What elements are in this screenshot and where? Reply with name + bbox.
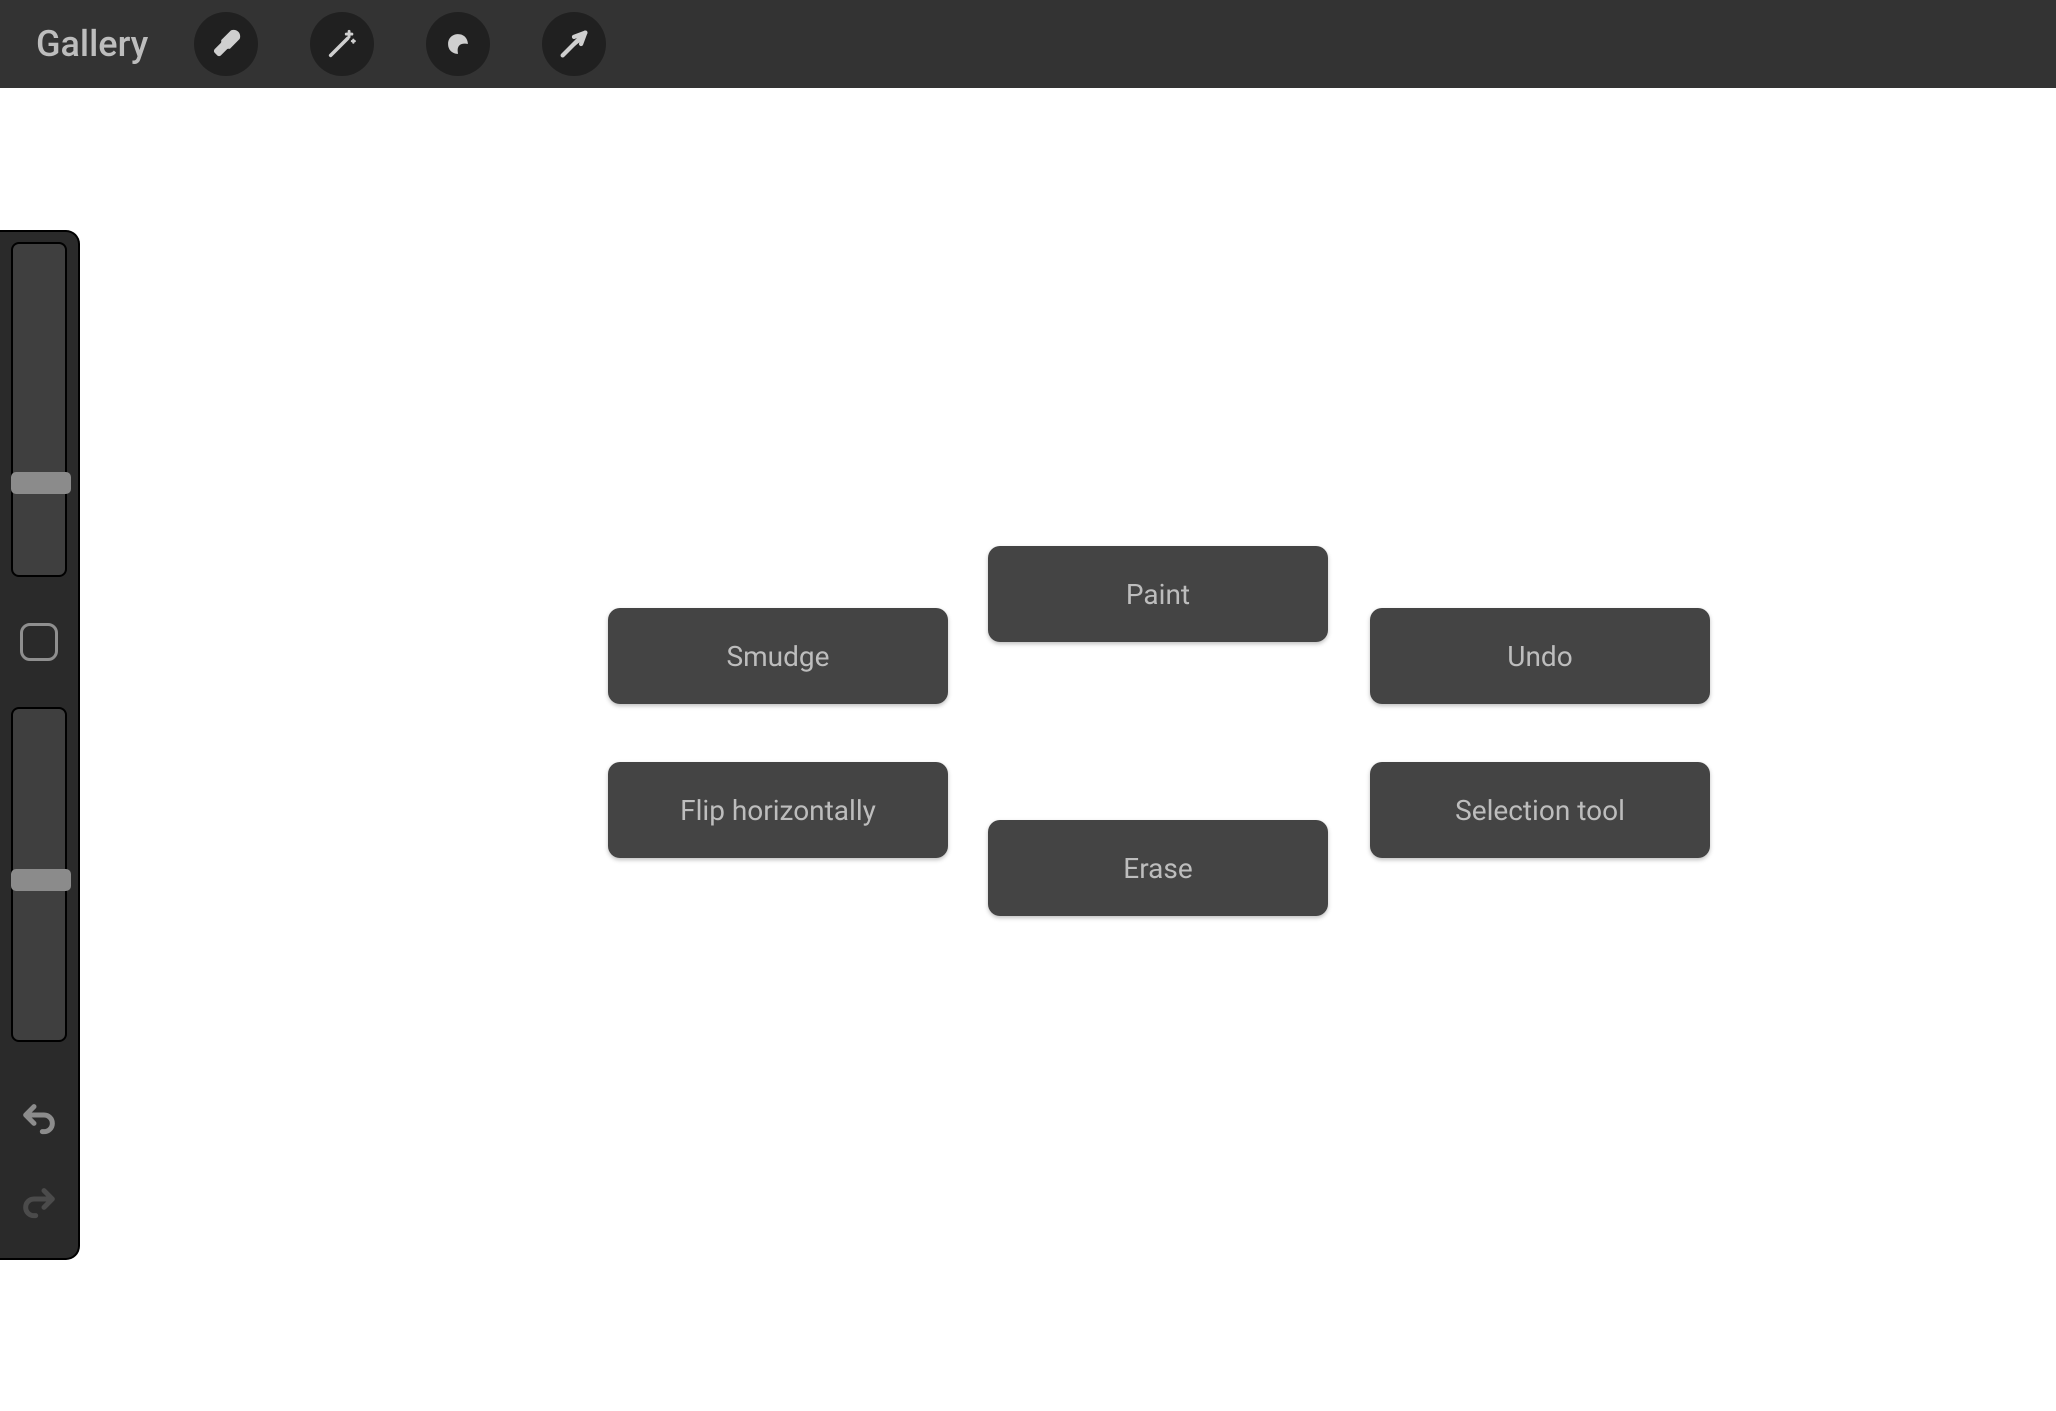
modify-button[interactable] bbox=[20, 623, 58, 661]
chip-label: Selection tool bbox=[1455, 794, 1625, 827]
brush-size-slider[interactable] bbox=[11, 242, 67, 577]
topbar: Gallery bbox=[0, 0, 2056, 88]
selection-icon[interactable] bbox=[426, 12, 490, 76]
gallery-button[interactable]: Gallery bbox=[36, 23, 148, 65]
chip-label: Flip horizontally bbox=[680, 794, 876, 827]
opacity-slider[interactable] bbox=[11, 707, 67, 1042]
gesture-chip-paint[interactable]: Paint bbox=[988, 546, 1328, 642]
brush-size-slider-thumb[interactable] bbox=[11, 472, 71, 494]
chip-label: Undo bbox=[1507, 640, 1572, 673]
arrow-icon[interactable] bbox=[542, 12, 606, 76]
gesture-chip-erase[interactable]: Erase bbox=[988, 820, 1328, 916]
gesture-chip-selection-tool[interactable]: Selection tool bbox=[1370, 762, 1710, 858]
gesture-chip-flip-horizontally[interactable]: Flip horizontally bbox=[608, 762, 948, 858]
side-panel bbox=[0, 230, 80, 1260]
redo-icon bbox=[19, 1184, 59, 1228]
wrench-icon[interactable] bbox=[194, 12, 258, 76]
chip-label: Smudge bbox=[727, 640, 830, 673]
chip-label: Erase bbox=[1123, 852, 1192, 885]
chip-label: Paint bbox=[1126, 578, 1190, 611]
gesture-chip-undo[interactable]: Undo bbox=[1370, 608, 1710, 704]
undo-icon[interactable] bbox=[19, 1100, 59, 1144]
opacity-slider-thumb[interactable] bbox=[11, 869, 71, 891]
gesture-chip-smudge[interactable]: Smudge bbox=[608, 608, 948, 704]
wand-icon[interactable] bbox=[310, 12, 374, 76]
